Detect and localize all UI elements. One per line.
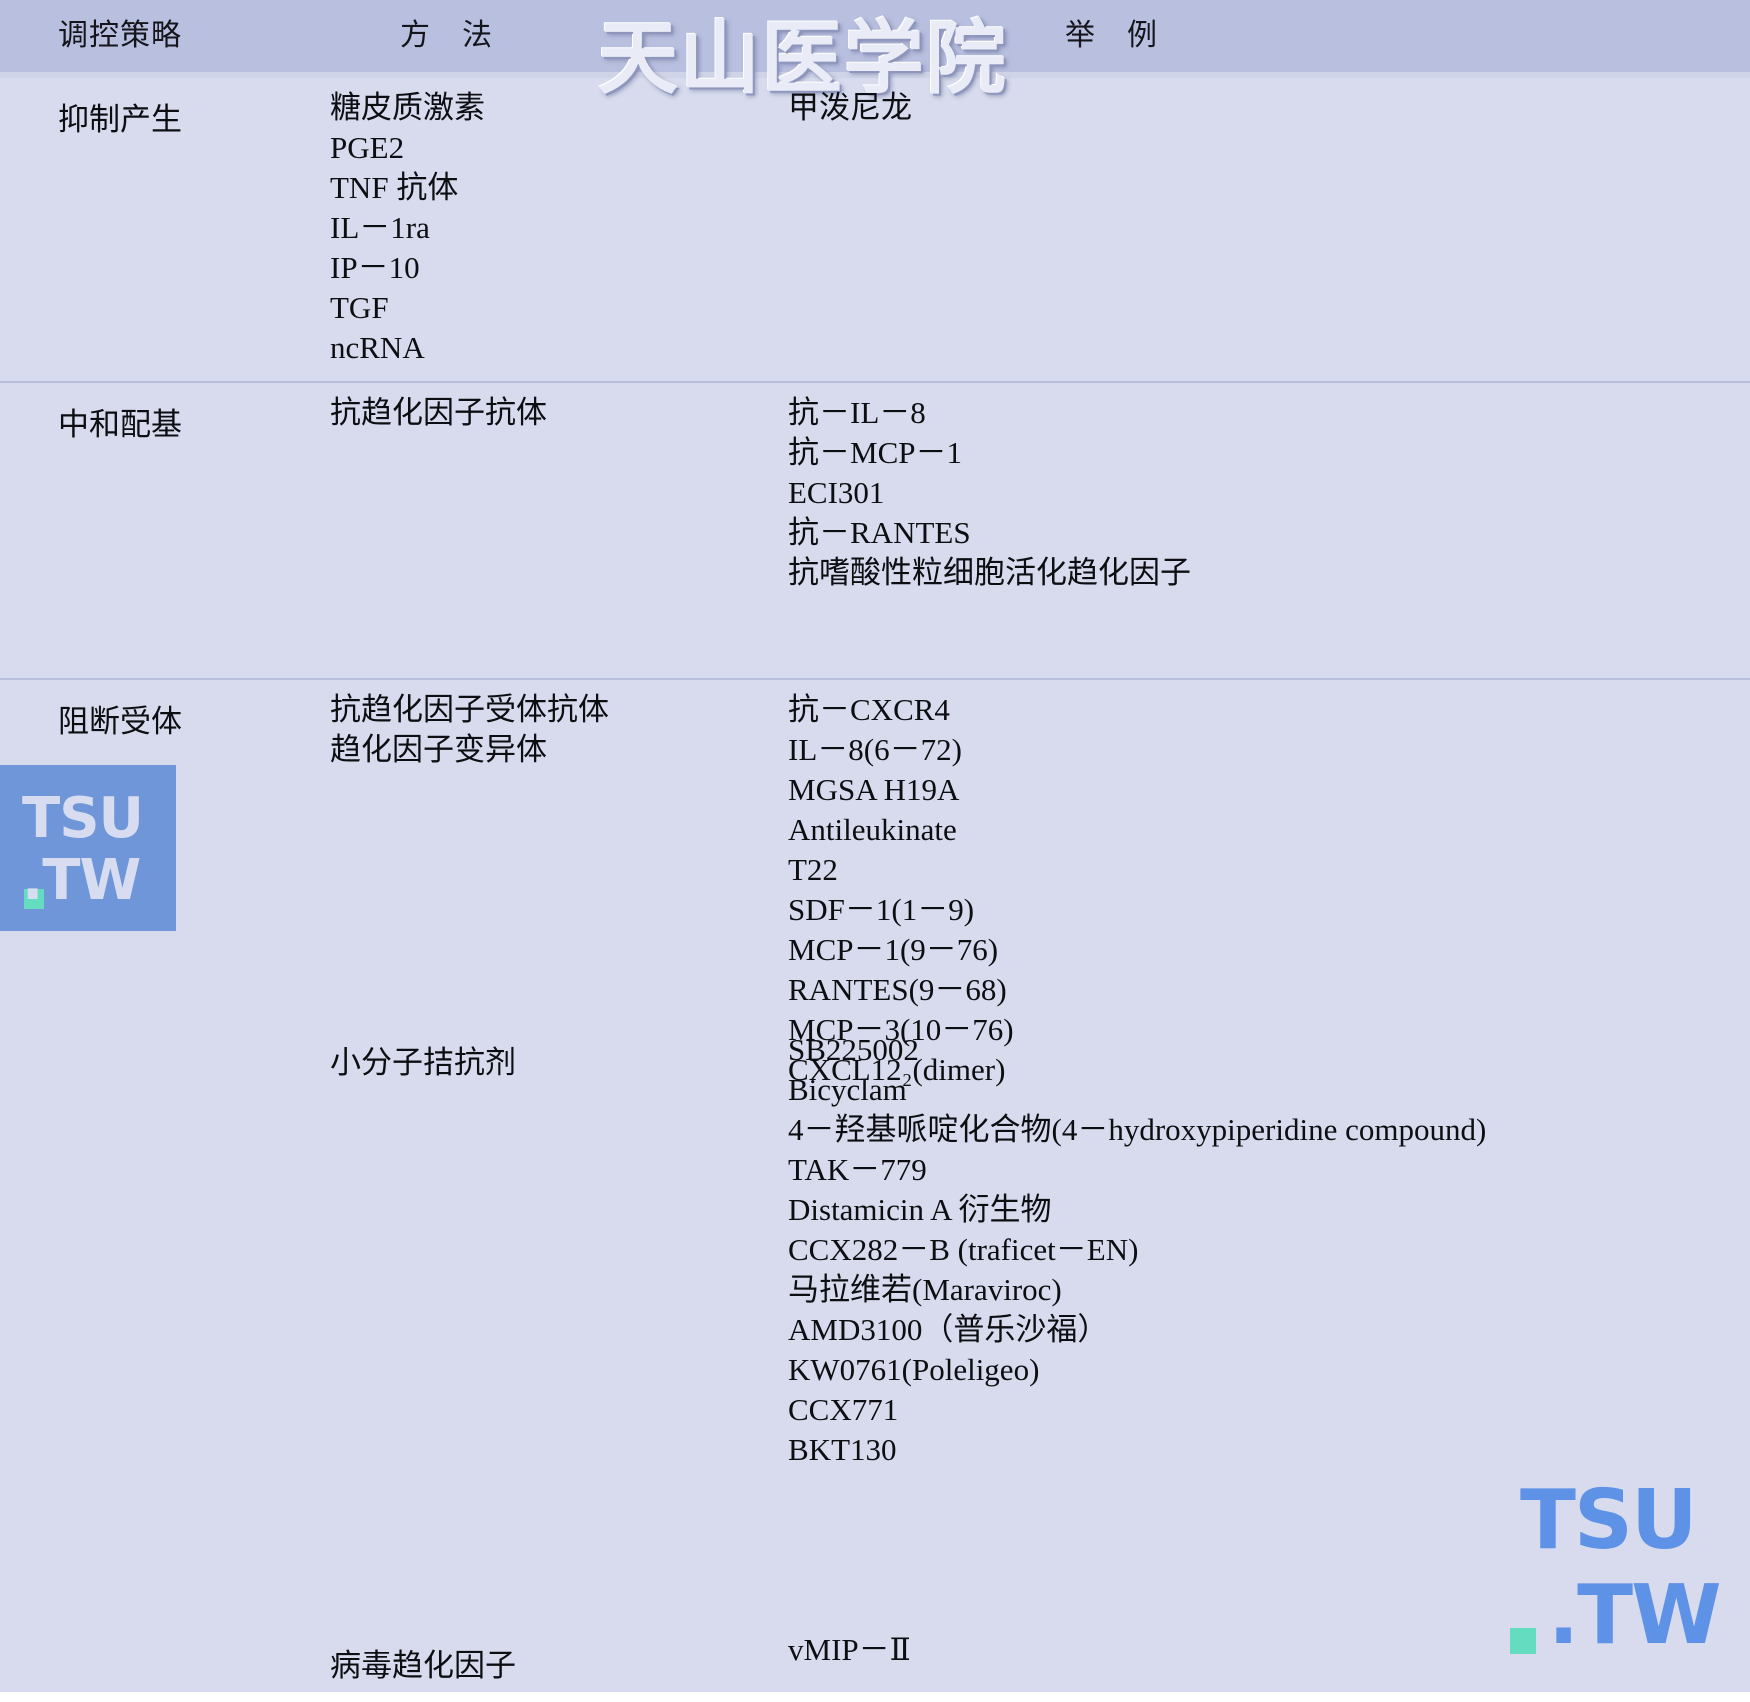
row-methods-list: 糖皮质激素 PGE2 TNF 抗体 IL－1ra IP－10 TGF ncRNA — [330, 88, 485, 368]
list-item: CCX282－B (traficet－EN) — [788, 1232, 1139, 1267]
list-item: PGE2 — [330, 130, 405, 165]
row-examples-list: 甲泼尼龙 — [788, 88, 912, 128]
row-examples-list-small-molecule: SB225002 Bicyclam 4－羟基哌啶化合物(4－hydroxypip… — [788, 1030, 1486, 1470]
method-small-molecule-antagonist: 小分子拮抗剂 — [330, 1045, 516, 1080]
row-methods-list-antibody: 抗趋化因子受体抗体 趋化因子变异体 — [330, 690, 609, 770]
list-item: ncRNA — [330, 330, 425, 365]
list-item: Distamicin A 衍生物 — [788, 1192, 1052, 1227]
table-header-row: 调控策略 方 法 举 例 — [0, 0, 1750, 72]
row-methods-list: 抗趋化因子抗体 — [330, 393, 547, 433]
list-item: CCX771 — [788, 1392, 899, 1427]
list-item: IP－10 — [330, 250, 420, 285]
column-header-strategy: 调控策略 — [58, 19, 182, 52]
list-item: 抗－IL－8 — [788, 395, 926, 430]
table-row: 阻断受体 抗趋化因子受体抗体 趋化因子变异体 小分子拮抗剂 病毒趋化因子 抗－C… — [0, 680, 1750, 1692]
list-item: 4－羟基哌啶化合物(4－hydroxypiperidine compound) — [788, 1112, 1487, 1147]
list-item: MCP－1(9－76) — [788, 932, 999, 967]
column-header-example: 举 例 — [1065, 19, 1158, 52]
row-strategy-label: 抑制产生 — [58, 102, 182, 137]
table-row: 中和配基 抗趋化因子抗体 抗－IL－8 抗－MCP－1 ECI301 抗－RAN… — [0, 383, 1750, 680]
row-strategy-label: 阻断受体 — [58, 704, 182, 739]
list-item: TAK－779 — [788, 1152, 927, 1187]
list-item: 马拉维若(Maraviroc) — [788, 1272, 1062, 1307]
list-item: SDF－1(1－9) — [788, 892, 975, 927]
list-item: IL－8(6－72) — [788, 732, 962, 767]
row-examples-list-viral: vMIP－Ⅱ — [788, 1630, 911, 1670]
method-viral-chemokine: 病毒趋化因子 — [330, 1648, 516, 1683]
list-item: 糖皮质激素 — [330, 90, 485, 125]
list-item: BKT130 — [788, 1432, 897, 1467]
list-item: Bicyclam — [788, 1072, 907, 1107]
row-examples-list: 抗－IL－8 抗－MCP－1 ECI301 抗－RANTES 抗嗜酸性粒细胞活化… — [788, 393, 1191, 593]
table-row: 抑制产生 糖皮质激素 PGE2 TNF 抗体 IL－1ra IP－10 TGF … — [0, 78, 1750, 383]
list-item: TNF 抗体 — [330, 170, 459, 205]
list-item: 抗嗜酸性粒细胞活化趋化因子 — [788, 555, 1191, 590]
row-strategy-label: 中和配基 — [58, 407, 182, 442]
list-item: T22 — [788, 852, 838, 887]
list-item: 甲泼尼龙 — [788, 90, 912, 125]
table-page: 调控策略 方 法 举 例 天山医学院 抑制产生 糖皮质激素 PGE2 TNF 抗… — [0, 0, 1750, 1702]
list-item: SB225002 — [788, 1032, 919, 1067]
list-item: 抗趋化因子受体抗体 — [330, 692, 609, 727]
list-item: Antileukinate — [788, 812, 957, 847]
list-item: AMD3100（普乐沙福） — [788, 1312, 1109, 1347]
list-item: RANTES(9－68) — [788, 972, 1007, 1007]
list-item: 趋化因子变异体 — [330, 732, 547, 767]
list-item: IL－1ra — [330, 210, 430, 245]
list-item: 抗－RANTES — [788, 515, 971, 550]
list-item: KW0761(Poleligeo) — [788, 1352, 1040, 1387]
column-header-method: 方 法 — [400, 19, 493, 52]
list-item: ECI301 — [788, 475, 885, 510]
list-item: 抗趋化因子抗体 — [330, 395, 547, 430]
list-item: TGF — [330, 290, 389, 325]
list-item: 抗－CXCR4 — [788, 692, 950, 727]
list-item: vMIP－Ⅱ — [788, 1632, 911, 1667]
list-item: 抗－MCP－1 — [788, 435, 962, 470]
list-item: MGSA H19A — [788, 772, 960, 807]
page-bottom-edge — [0, 1692, 1750, 1702]
